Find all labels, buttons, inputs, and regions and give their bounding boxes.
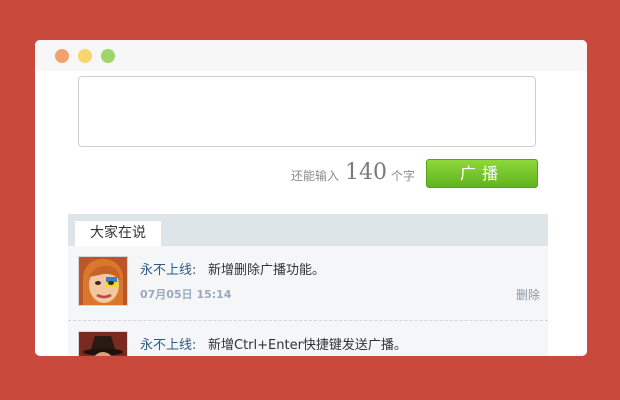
broadcast-textarea[interactable]	[78, 76, 536, 147]
remaining-chars-count: 140	[345, 160, 387, 185]
post-timestamp: 07月05日 15:14	[140, 288, 232, 301]
post-content: 新增删除广播功能。	[208, 263, 326, 278]
delete-post-link[interactable]: 删除	[516, 286, 540, 303]
remaining-chars-suffix: 个字	[391, 169, 416, 183]
avatar[interactable]	[78, 256, 128, 306]
title-bar	[35, 40, 587, 71]
avatar-girl-icon	[79, 257, 127, 305]
app-window: 还能输入 140 个字 广播 大家在说 永不上线: 新增删除广播功能。 07月0…	[35, 40, 587, 356]
feed-item: 永不上线: 新增Ctrl+Enter快捷键发送广播。	[68, 321, 548, 356]
maximize-window-button[interactable]	[101, 49, 115, 63]
broadcast-button[interactable]: 广播	[426, 159, 538, 188]
post-content: 新增Ctrl+Enter快捷键发送广播。	[208, 338, 407, 353]
avatar-hat-man-icon	[79, 332, 127, 356]
close-window-button[interactable]	[55, 49, 69, 63]
feed-panel: 大家在说 永不上线: 新增删除广播功能。 07月05日 15:14 删除 永不上…	[68, 214, 548, 356]
tab-everyone-says[interactable]: 大家在说	[75, 221, 161, 246]
avatar[interactable]	[78, 331, 128, 356]
author-name[interactable]: 永不上线:	[140, 334, 196, 353]
minimize-window-button[interactable]	[78, 49, 92, 63]
author-name[interactable]: 永不上线:	[140, 259, 196, 278]
feed-item: 永不上线: 新增删除广播功能。 07月05日 15:14 删除	[68, 246, 548, 321]
remaining-chars-prefix: 还能输入	[291, 169, 340, 183]
feed-header: 大家在说	[68, 214, 548, 246]
